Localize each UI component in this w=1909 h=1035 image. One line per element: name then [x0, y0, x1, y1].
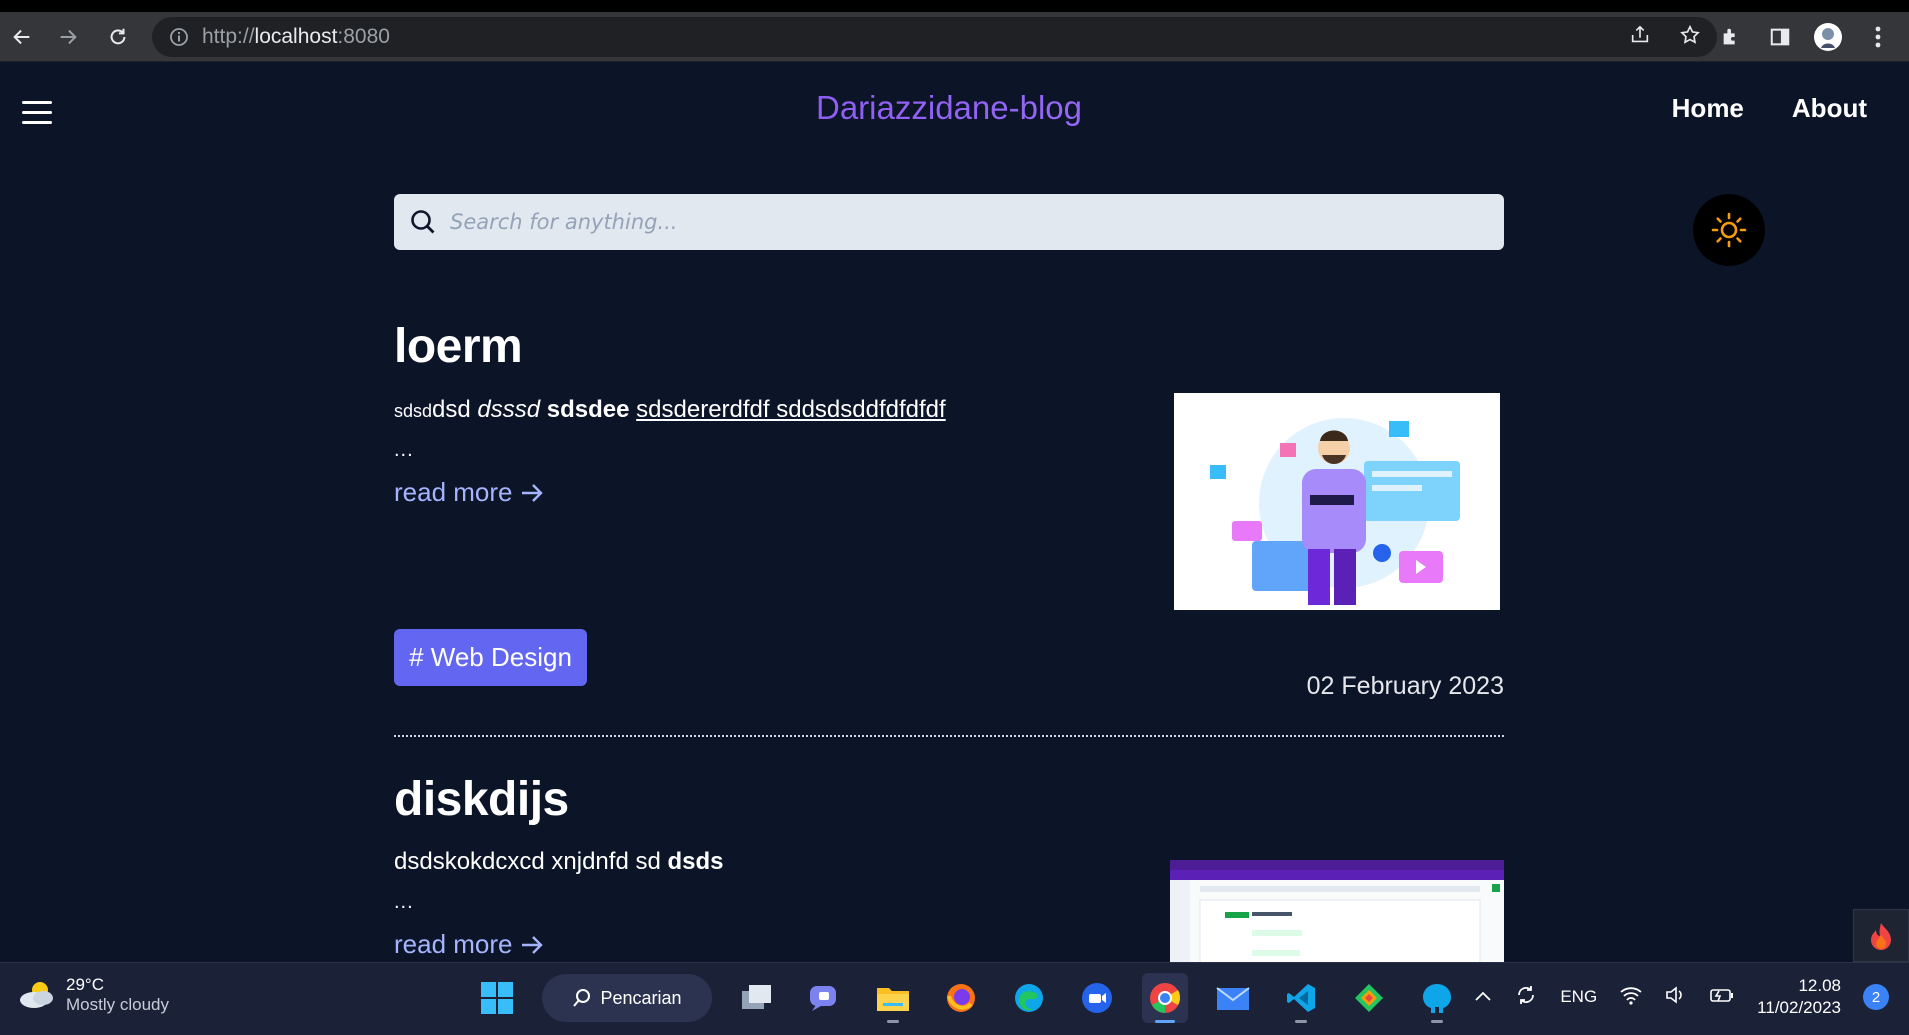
excerpt-italic-text: dsssd	[477, 396, 541, 423]
site-brand[interactable]: Dariazzidane-blog	[0, 89, 1898, 127]
volume-icon[interactable]	[1665, 985, 1687, 1010]
taskbar-apps: Pencarian	[474, 973, 1460, 1023]
extensions-puzzle-icon[interactable]	[1711, 12, 1751, 62]
site-info-icon[interactable]	[168, 26, 190, 48]
nav-home-link[interactable]: Home	[1672, 93, 1744, 124]
search-input[interactable]	[450, 210, 1450, 234]
chrome-button[interactable]	[1142, 973, 1188, 1023]
excerpt-underlined-text: sdsdererdfdf sddsdsddfdfdfdf	[636, 396, 946, 423]
zoom-icon	[1082, 983, 1112, 1013]
address-bar[interactable]: http://localhost:8080	[152, 17, 1717, 57]
edge-button[interactable]	[1006, 973, 1052, 1023]
theme-toggle-button[interactable]	[1693, 194, 1765, 266]
search-icon	[573, 989, 591, 1007]
chevron-up-icon[interactable]	[1474, 987, 1492, 1007]
blog-page: Dariazzidane-blog Home About loerm sdsdd…	[0, 63, 1909, 962]
url-text: http://localhost:8080	[202, 25, 390, 49]
excerpt-ellipsis: ...	[394, 439, 414, 461]
clock-date: 11/02/2023	[1757, 998, 1841, 1017]
taskbar-search-label: Pencarian	[600, 987, 682, 1008]
taskbar-search-button[interactable]: Pencarian	[542, 974, 712, 1022]
system-tray: ENG 12.08 11/02/2023 2	[1474, 975, 1889, 1019]
task-view-icon	[742, 985, 771, 1009]
battery-icon[interactable]	[1709, 985, 1735, 1010]
firefox-icon	[947, 984, 975, 1012]
post-date: 02 February 2023	[1306, 672, 1504, 700]
post-title[interactable]: loerm	[394, 319, 523, 374]
excerpt-small-text: sdsd	[394, 401, 433, 421]
post-excerpt: sdsddsd dsssd sdsdee sdsdererdfdf sddsds…	[394, 396, 946, 424]
side-panel-icon[interactable]	[1760, 12, 1800, 62]
blue-app-icon	[1423, 984, 1451, 1013]
windows-logo-icon	[481, 982, 513, 1014]
arrow-right-icon	[521, 483, 543, 502]
notification-badge[interactable]: 2	[1863, 984, 1889, 1010]
side-widget-button[interactable]	[1853, 909, 1909, 962]
browser-top-strip	[0, 0, 1909, 12]
weather-temperature: 29°C	[66, 975, 104, 994]
reload-icon[interactable]	[98, 12, 138, 62]
folder-icon	[877, 988, 909, 1011]
post-thumbnail-image[interactable]	[1174, 393, 1500, 610]
arrow-right-icon	[521, 935, 543, 954]
edge-icon	[1015, 984, 1043, 1012]
clock[interactable]: 12.08 11/02/2023	[1757, 975, 1841, 1019]
wifi-icon[interactable]	[1619, 985, 1643, 1010]
mail-icon	[1216, 987, 1250, 1010]
share-icon[interactable]	[1629, 24, 1651, 50]
mail-button[interactable]	[1210, 973, 1256, 1023]
read-more-label: read more	[394, 929, 513, 959]
browser-menu-icon[interactable]	[1858, 12, 1898, 62]
sync-icon[interactable]	[1514, 983, 1538, 1012]
url-scheme: http://	[202, 25, 255, 48]
file-explorer-button[interactable]	[870, 973, 916, 1023]
post-divider	[394, 735, 1504, 737]
nav-about-link[interactable]: About	[1792, 93, 1867, 124]
git-client-button[interactable]	[1346, 973, 1392, 1023]
excerpt-plain-text: dsdskokdcxcd xnjdnfd sd	[394, 848, 668, 875]
weather-widget[interactable]: 29°C Mostly cloudy	[16, 975, 169, 1015]
language-indicator[interactable]: ENG	[1560, 987, 1597, 1007]
profile-avatar-icon[interactable]	[1808, 12, 1848, 62]
main-nav: Home About	[1672, 93, 1867, 124]
url-host: localhost	[254, 25, 338, 48]
excerpt-ellipsis: ...	[394, 891, 414, 913]
tag-badge[interactable]: # Web Design	[394, 629, 587, 686]
teams-chat-button[interactable]	[802, 973, 848, 1023]
excerpt-bold-text: sdsdee	[540, 396, 637, 423]
read-more-link[interactable]: read more	[394, 929, 545, 960]
sun-icon	[1711, 212, 1747, 248]
read-more-label: read more	[394, 477, 513, 507]
cloudy-weather-icon	[20, 982, 53, 1008]
start-button[interactable]	[474, 973, 520, 1023]
chat-icon	[810, 986, 836, 1011]
clock-time: 12.08	[1798, 976, 1841, 995]
os-taskbar: 29°C Mostly cloudy Pencarian ENG 12.08 1…	[0, 962, 1909, 1035]
post-title[interactable]: diskdijs	[394, 772, 569, 827]
post-excerpt: dsdskokdcxcd xnjdnfd sd dsds	[394, 848, 724, 876]
back-icon[interactable]	[2, 12, 42, 62]
weather-condition: Mostly cloudy	[66, 995, 169, 1014]
forward-icon[interactable]	[48, 12, 88, 62]
search-bar	[394, 194, 1504, 250]
vscode-icon	[1287, 984, 1315, 1012]
chrome-icon	[1150, 983, 1181, 1013]
post-thumbnail-image[interactable]	[1170, 860, 1504, 962]
firefox-button[interactable]	[938, 973, 984, 1023]
browser-toolbar: http://localhost:8080	[0, 12, 1909, 62]
read-more-link[interactable]: read more	[394, 477, 545, 508]
excerpt-bold-text: dsds	[667, 848, 724, 875]
bookmark-star-icon[interactable]	[1679, 24, 1701, 50]
url-port: :8080	[337, 25, 390, 48]
zoom-button[interactable]	[1074, 973, 1120, 1023]
search-icon	[411, 210, 435, 234]
flame-icon	[1871, 922, 1891, 950]
vscode-button[interactable]	[1278, 973, 1324, 1023]
pinned-app-button[interactable]	[1414, 973, 1460, 1023]
task-view-button[interactable]	[734, 973, 780, 1023]
diamond-app-icon	[1355, 984, 1383, 1012]
excerpt-plain-text: dsd	[432, 396, 478, 423]
